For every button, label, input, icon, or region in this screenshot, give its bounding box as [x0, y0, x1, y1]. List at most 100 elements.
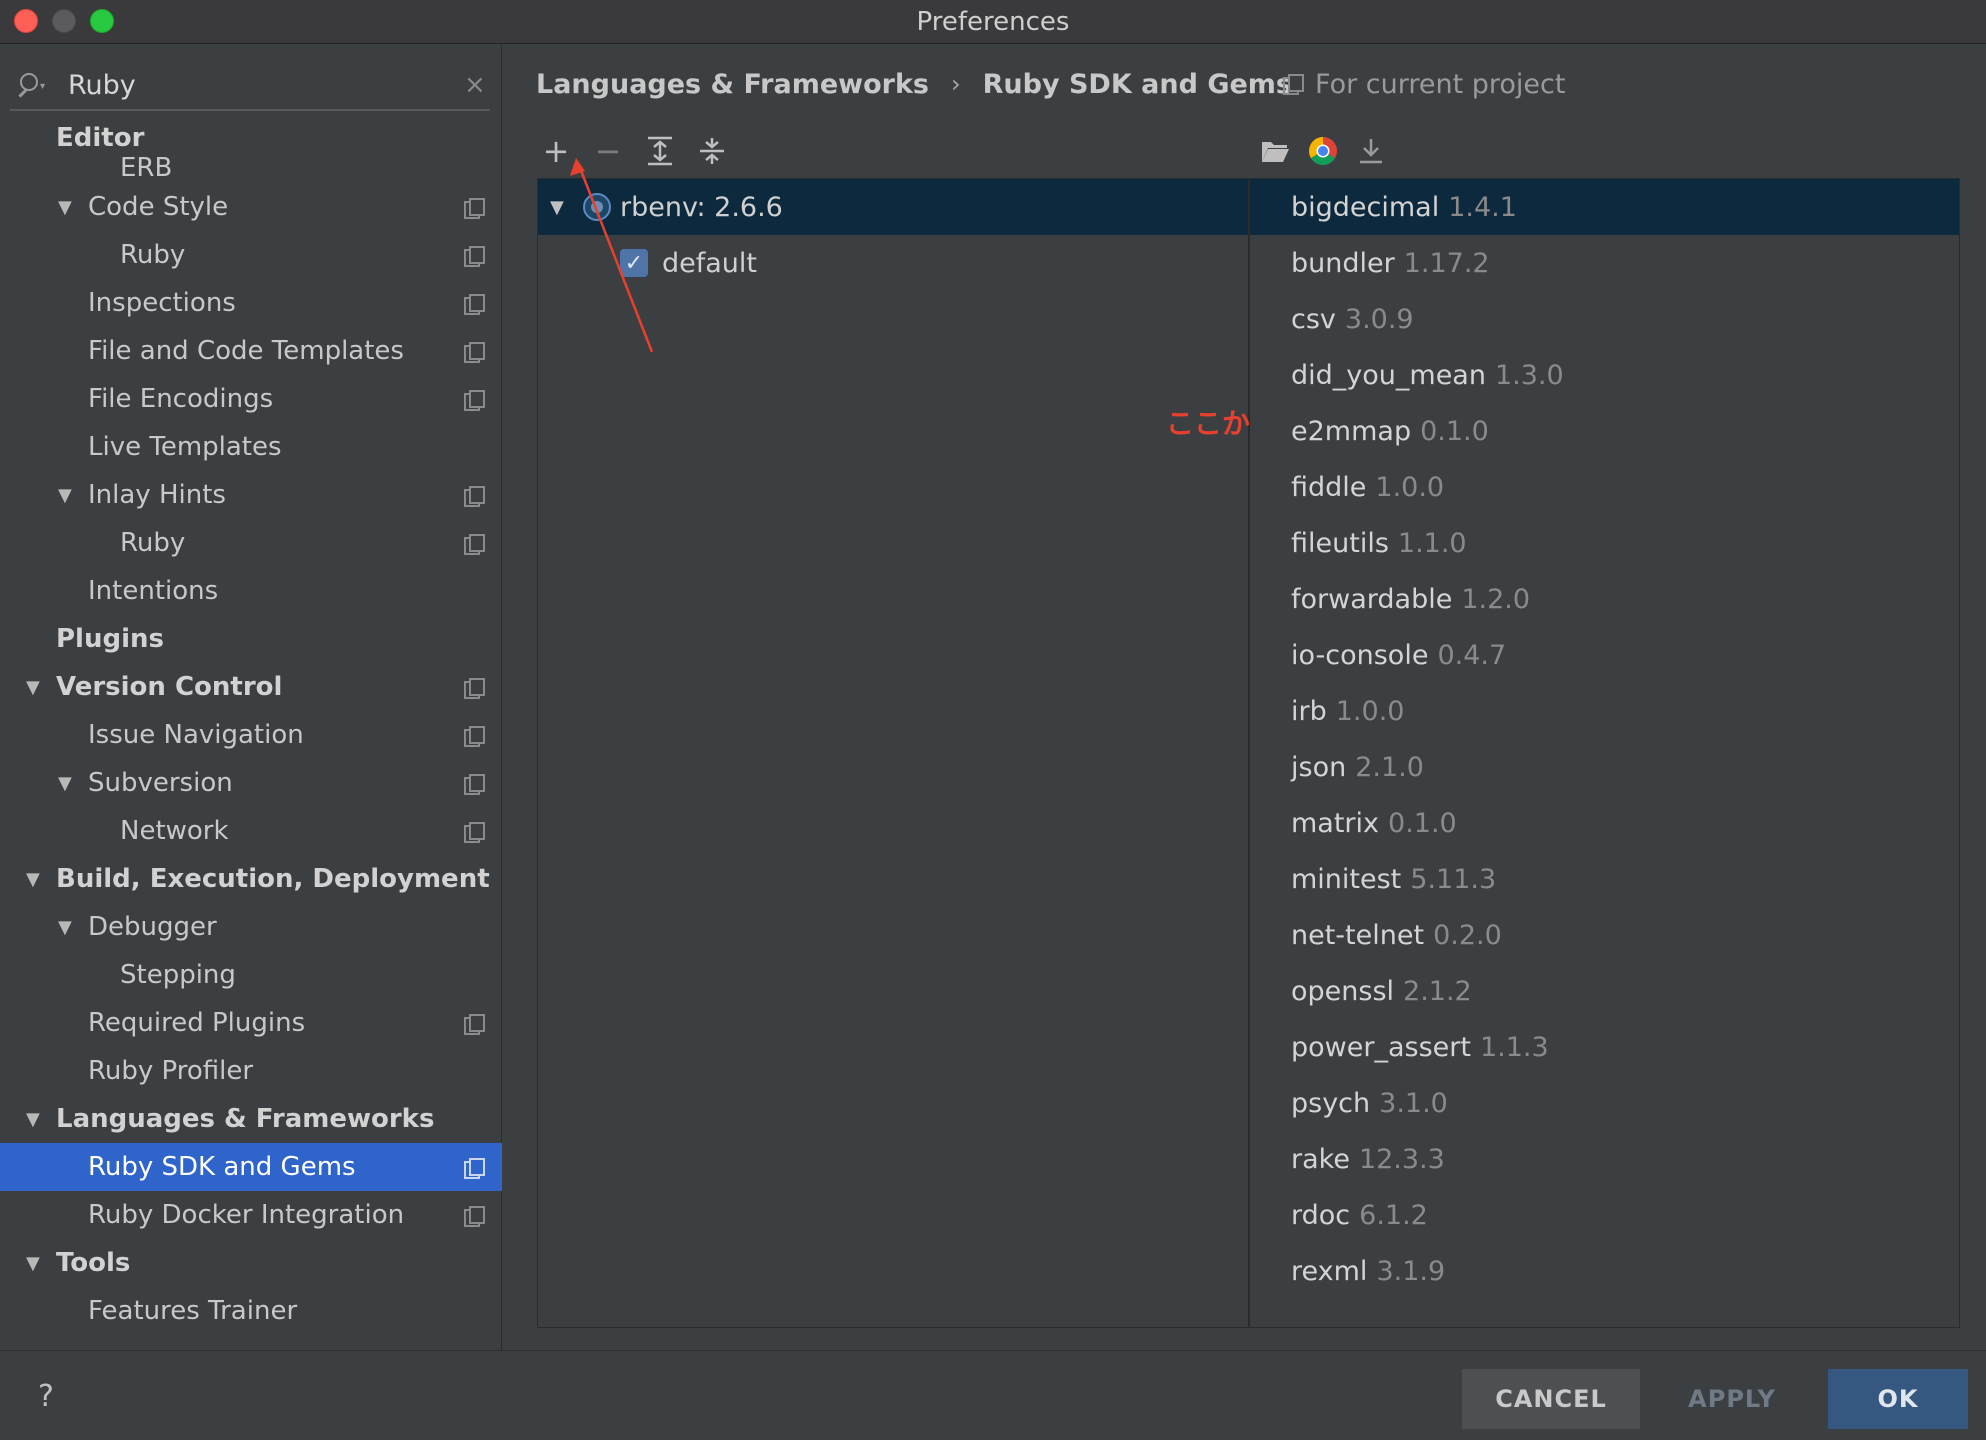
- close-window-button[interactable]: [14, 9, 38, 33]
- gem-row[interactable]: e2mmap 0.1.0: [1250, 403, 1959, 459]
- gem-name: psych: [1291, 1087, 1371, 1119]
- gem-row[interactable]: fileutils 1.1.0: [1250, 515, 1959, 571]
- gem-row[interactable]: rake 12.3.3: [1250, 1131, 1959, 1187]
- cancel-button[interactable]: CANCEL: [1462, 1369, 1640, 1429]
- remove-sdk-button[interactable]: −: [593, 132, 623, 170]
- gem-row[interactable]: io-console 0.4.7: [1250, 627, 1959, 683]
- gem-version: 1.17.2: [1403, 247, 1490, 279]
- sidebar-item-required-plugins[interactable]: Required Plugins: [0, 999, 502, 1047]
- sidebar-item-intentions[interactable]: Intentions: [0, 567, 502, 615]
- breadcrumb-item-languages-frameworks[interactable]: Languages & Frameworks: [536, 69, 929, 100]
- gem-row[interactable]: forwardable 1.2.0: [1250, 571, 1959, 627]
- gem-row[interactable]: json 2.1.0: [1250, 739, 1959, 795]
- sidebar-item-subversion[interactable]: ▼ Subversion: [0, 759, 502, 807]
- maximize-window-button[interactable]: [90, 9, 114, 33]
- sidebar-item-inspections[interactable]: Inspections: [0, 279, 502, 327]
- help-button[interactable]: ?: [38, 1379, 54, 1414]
- gem-name: io-console: [1291, 639, 1429, 671]
- gem-version: 1.1.3: [1479, 1031, 1549, 1063]
- sidebar-item-debugger[interactable]: ▼ Debugger: [0, 903, 502, 951]
- sidebar-item-features-trainer[interactable]: Features Trainer: [0, 1287, 502, 1335]
- search-icon[interactable]: ▾: [16, 67, 52, 103]
- title-bar: Preferences: [0, 0, 1986, 44]
- expanded-arrow-icon[interactable]: ▼: [26, 1253, 40, 1274]
- sidebar-item-network[interactable]: Network: [0, 807, 502, 855]
- collapse-all-icon: [700, 138, 724, 164]
- clear-search-icon[interactable]: ×: [464, 70, 486, 100]
- project-scope-icon: [464, 1014, 485, 1035]
- sdk-row-rbenv[interactable]: ▼ rbenv: 2.6.6: [538, 179, 1248, 235]
- gem-row[interactable]: bigdecimal 1.4.1: [1250, 179, 1959, 235]
- gem-version: 0.4.7: [1437, 639, 1507, 671]
- gem-row[interactable]: csv 3.0.9: [1250, 291, 1959, 347]
- expanded-arrow-icon[interactable]: ▼: [58, 773, 72, 794]
- sidebar-item-ruby-profiler[interactable]: Ruby Profiler: [0, 1047, 502, 1095]
- gem-row[interactable]: power_assert 1.1.3: [1250, 1019, 1959, 1075]
- gem-row[interactable]: bundler 1.17.2: [1250, 235, 1959, 291]
- gem-row[interactable]: matrix 0.1.0: [1250, 795, 1959, 851]
- sidebar-item-code-style-ruby[interactable]: Ruby: [0, 231, 502, 279]
- gem-row[interactable]: rexml 3.1.9: [1250, 1243, 1959, 1299]
- sidebar-item-label: Code Style: [88, 192, 229, 222]
- sidebar-item-label: Ruby Docker Integration: [88, 1200, 405, 1230]
- folder-icon: [1262, 142, 1289, 162]
- expanded-arrow-icon[interactable]: ▼: [26, 1109, 40, 1130]
- sidebar-item-issue-navigation[interactable]: Issue Navigation: [0, 711, 502, 759]
- gem-row[interactable]: fiddle 1.0.0: [1250, 459, 1959, 515]
- expand-all-button[interactable]: [645, 136, 675, 166]
- gem-name: did_you_mean: [1291, 359, 1486, 391]
- sidebar-item-label: File Encodings: [88, 384, 274, 414]
- expanded-arrow-icon[interactable]: ▼: [58, 197, 72, 218]
- add-sdk-button[interactable]: +: [541, 132, 571, 170]
- sidebar-item-file-encodings[interactable]: File Encodings: [0, 375, 502, 423]
- sidebar-item-label: Ruby: [120, 528, 186, 558]
- gem-name: rexml: [1291, 1255, 1368, 1287]
- sidebar-item-languages-frameworks[interactable]: ▼ Languages & Frameworks: [0, 1095, 502, 1143]
- project-scope-icon: [464, 246, 485, 267]
- minimize-window-button[interactable]: [52, 9, 76, 33]
- expanded-arrow-icon[interactable]: ▼: [58, 485, 72, 506]
- gem-name: fiddle: [1291, 471, 1367, 503]
- sidebar-item-live-templates[interactable]: Live Templates: [0, 423, 502, 471]
- open-in-browser-button[interactable]: [1308, 136, 1338, 166]
- sidebar-item-erb[interactable]: ERB: [0, 153, 502, 183]
- gem-row[interactable]: did_you_mean 1.3.0: [1250, 347, 1959, 403]
- expanded-arrow-icon[interactable]: ▼: [58, 917, 72, 938]
- sidebar-item-file-and-code-templates[interactable]: File and Code Templates: [0, 327, 502, 375]
- sidebar-item-inlay-hints[interactable]: ▼ Inlay Hints: [0, 471, 502, 519]
- sidebar-item-tools[interactable]: ▼ Tools: [0, 1239, 502, 1287]
- settings-content: Languages & Frameworks › Ruby SDK and Ge…: [503, 45, 1986, 1350]
- collapse-all-button[interactable]: [697, 136, 727, 166]
- expanded-arrow-icon[interactable]: ▼: [26, 869, 40, 890]
- open-folder-button[interactable]: [1260, 136, 1290, 166]
- expanded-arrow-icon[interactable]: ▼: [550, 197, 564, 218]
- gem-row[interactable]: net-telnet 0.2.0: [1250, 907, 1959, 963]
- sidebar-item-stepping[interactable]: Stepping: [0, 951, 502, 999]
- scope-label: For current project: [1315, 68, 1566, 100]
- sidebar-item-inlay-hints-ruby[interactable]: Ruby: [0, 519, 502, 567]
- search-input[interactable]: [68, 65, 458, 105]
- gem-version: 0.1.0: [1388, 807, 1457, 839]
- ok-button[interactable]: OK: [1828, 1369, 1968, 1429]
- sidebar-item-ruby-docker-integration[interactable]: Ruby Docker Integration: [0, 1191, 502, 1239]
- sidebar-item-build-execution-deployment[interactable]: ▼ Build, Execution, Deployment: [0, 855, 502, 903]
- sdk-radio-button[interactable]: [583, 193, 611, 221]
- expanded-arrow-icon[interactable]: ▼: [26, 677, 40, 698]
- sidebar-item-ruby-sdk-and-gems[interactable]: Ruby SDK and Gems: [0, 1143, 502, 1191]
- sidebar-item-editor[interactable]: Editor: [0, 123, 502, 153]
- gem-row[interactable]: irb 1.0.0: [1250, 683, 1959, 739]
- install-gem-button[interactable]: [1356, 136, 1386, 166]
- gem-row[interactable]: openssl 2.1.2: [1250, 963, 1959, 1019]
- apply-button[interactable]: APPLY: [1642, 1369, 1822, 1429]
- sidebar-item-plugins[interactable]: Plugins: [0, 615, 502, 663]
- gemset-checkbox[interactable]: ✓: [620, 249, 648, 277]
- sdk-label: rbenv: 2.6.6: [620, 191, 783, 223]
- gem-row[interactable]: rdoc 6.1.2: [1250, 1187, 1959, 1243]
- gem-row[interactable]: psych 3.1.0: [1250, 1075, 1959, 1131]
- sidebar-item-code-style[interactable]: ▼ Code Style: [0, 183, 502, 231]
- gem-row[interactable]: minitest 5.11.3: [1250, 851, 1959, 907]
- gemset-row-default[interactable]: ✓ default: [538, 235, 1248, 291]
- project-scope-icon: [464, 726, 485, 747]
- sidebar-item-version-control[interactable]: ▼ Version Control: [0, 663, 502, 711]
- sidebar-item-label: Build, Execution, Deployment: [56, 864, 490, 894]
